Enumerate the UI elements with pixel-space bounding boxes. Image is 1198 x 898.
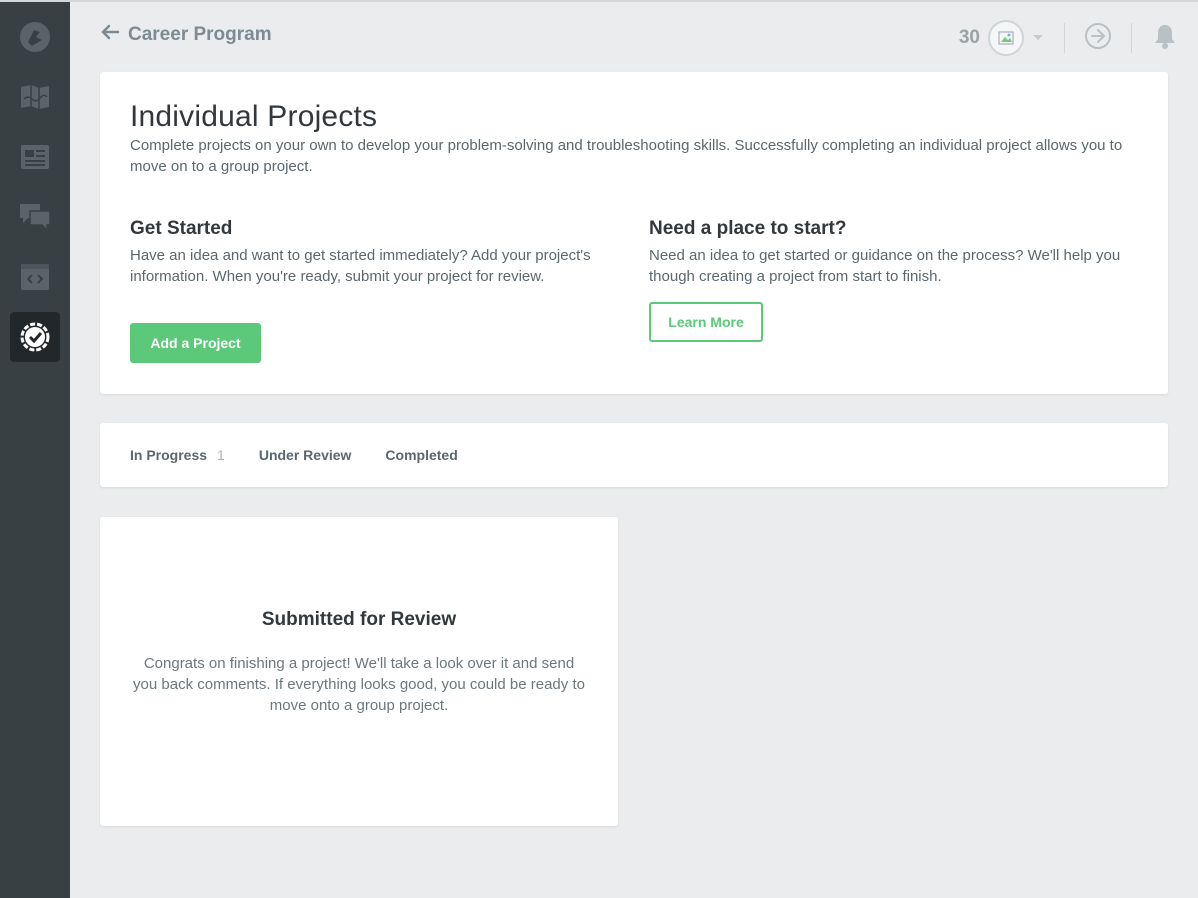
arrow-left-icon — [100, 24, 120, 46]
workspaces-icon — [20, 263, 50, 291]
need-place-section: Need a place to start? Need an idea to g… — [649, 218, 1139, 287]
logo-icon — [18, 20, 52, 54]
tab-label: Completed — [385, 447, 458, 463]
sidebar — [0, 2, 70, 898]
library-icon — [19, 83, 51, 111]
account-area: 30 — [959, 18, 1198, 58]
tab-label: In Progress — [130, 447, 208, 463]
projects-icon — [19, 321, 51, 353]
back-link-label: Career Program — [128, 24, 272, 45]
sidebar-item-tracks[interactable] — [10, 132, 60, 182]
status-text: Congrats on finishing a project! We'll t… — [133, 655, 585, 714]
need-place-heading: Need a place to start? — [649, 218, 847, 239]
page-title: Individual Projects — [130, 100, 378, 133]
project-tabs-card: In Progress 1 Under Review Completed — [100, 423, 1168, 487]
get-started-text: Have an idea and want to get started imm… — [130, 247, 591, 285]
notifications-button[interactable] — [1132, 18, 1198, 58]
sidebar-item-community[interactable] — [10, 192, 60, 242]
sidebar-item-projects[interactable] — [10, 312, 60, 362]
tab-count: 1 — [217, 447, 225, 463]
chevron-down-icon[interactable] — [1032, 29, 1044, 47]
project-status-card: Submitted for Review Congrats on finishi… — [100, 517, 618, 826]
avatar[interactable] — [988, 20, 1024, 56]
get-started-section: Get Started Have an idea and want to get… — [130, 218, 600, 287]
arrow-circle-right-icon — [1084, 22, 1112, 55]
intro-card: Individual Projects Complete projects on… — [100, 72, 1168, 394]
sidebar-item-home[interactable] — [10, 12, 60, 62]
page-description: Complete projects on your own to develop… — [130, 137, 1123, 175]
tracks-icon — [20, 144, 50, 170]
back-link[interactable]: Career Program — [100, 24, 272, 46]
need-place-text: Need an idea to get started or guidance … — [649, 247, 1121, 285]
tab-completed[interactable]: Completed — [385, 447, 457, 463]
add-project-button[interactable]: Add a Project — [130, 323, 261, 363]
bell-icon — [1151, 22, 1179, 55]
learn-more-button[interactable]: Learn More — [649, 302, 763, 342]
community-icon — [19, 202, 51, 232]
sidebar-item-library[interactable] — [10, 72, 60, 122]
status-title: Submitted for Review — [261, 609, 457, 630]
project-tabs: In Progress 1 Under Review Completed — [130, 423, 492, 487]
top-bar: Career Program 30 — [70, 2, 1198, 72]
broken-image-icon — [998, 31, 1014, 45]
tab-under-review[interactable]: Under Review — [259, 447, 352, 463]
sidebar-item-workspaces[interactable] — [10, 252, 60, 302]
tab-in-progress[interactable]: In Progress 1 — [130, 447, 225, 463]
get-started-heading: Get Started — [130, 218, 233, 239]
tab-label: Under Review — [258, 447, 352, 463]
sign-out-button[interactable] — [1065, 18, 1131, 58]
points-count: 30 — [958, 27, 980, 48]
